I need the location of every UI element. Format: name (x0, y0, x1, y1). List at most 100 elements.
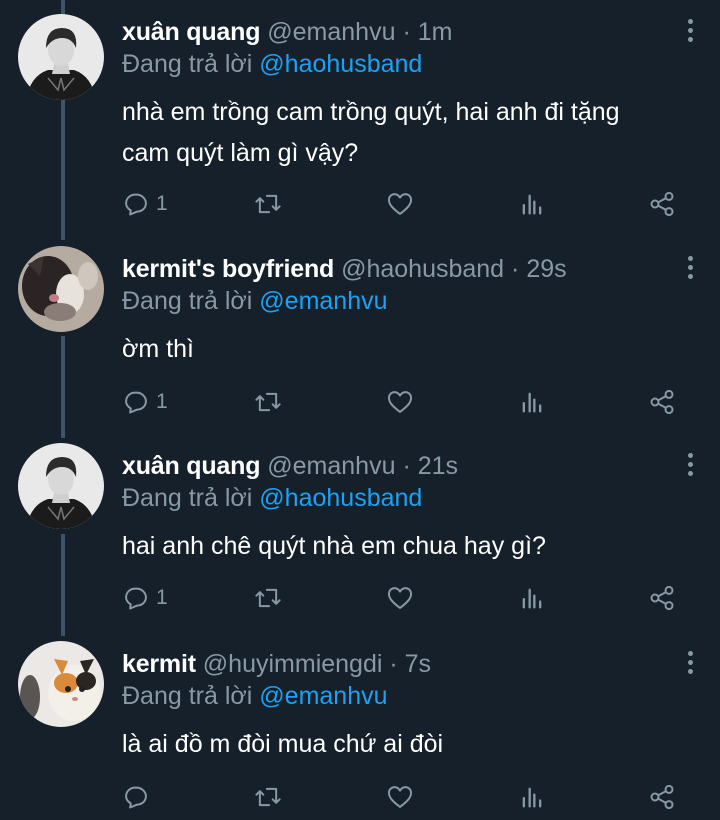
reply-icon (125, 587, 147, 610)
retweet-button[interactable] (254, 582, 282, 614)
reply-icon (125, 786, 147, 809)
avatar[interactable] (18, 246, 104, 332)
user-handle[interactable]: @haohusband (341, 255, 504, 283)
person-portrait-image (18, 14, 104, 100)
reply-icon (125, 391, 147, 414)
more-options-icon[interactable] (686, 19, 694, 42)
like-button[interactable] (386, 582, 414, 614)
share-icon (650, 585, 674, 611)
retweet-icon (255, 787, 281, 807)
replying-to: Đang trả lời @haohusband (122, 482, 700, 514)
reply-button[interactable] (122, 781, 156, 813)
separator-dot: · (402, 452, 411, 480)
replying-to: Đang trả lời @haohusband (122, 48, 700, 80)
reply-button[interactable]: 1 (122, 582, 168, 614)
mention-link[interactable]: @haohusband (259, 50, 422, 78)
replying-to-label: Đang trả lời (122, 484, 253, 512)
reply-count: 1 (156, 390, 168, 413)
reply-button[interactable]: 1 (122, 386, 168, 418)
avatar[interactable] (18, 443, 104, 529)
blurry-cat-image (18, 246, 104, 332)
analytics-icon (522, 194, 542, 215)
more-options-icon[interactable] (686, 256, 694, 279)
like-icon (387, 391, 413, 413)
tweet[interactable]: kermit @huyimmiengdi · 7s Đang trả lời @… (0, 631, 720, 820)
analytics-icon (522, 588, 542, 609)
display-name[interactable]: kermit's boyfriend (122, 255, 334, 283)
like-icon (387, 193, 413, 215)
timestamp[interactable]: 29s (526, 255, 566, 283)
share-button[interactable] (648, 386, 676, 418)
tweet-header: kermit @huyimmiengdi · 7s (122, 648, 700, 680)
share-button[interactable] (648, 781, 676, 813)
retweet-icon (255, 194, 281, 214)
tweet-text-line: ờm thì (122, 335, 194, 363)
action-bar: 1 (122, 188, 682, 220)
replying-to-label: Đang trả lời (122, 287, 253, 315)
share-button[interactable] (648, 188, 676, 220)
more-options-icon[interactable] (686, 453, 694, 476)
like-button[interactable] (386, 188, 414, 220)
like-button[interactable] (386, 386, 414, 418)
tweet[interactable]: kermit's boyfriend @haohusband · 29s Đan… (0, 235, 720, 433)
display-name[interactable]: xuân quang (122, 18, 260, 46)
timestamp[interactable]: 21s (418, 452, 458, 480)
tweet[interactable]: xuân quang @emanhvu · 1m Đang trả lời @h… (0, 0, 720, 235)
share-button[interactable] (648, 582, 676, 614)
tweet-text-line: là ai đồ m đòi mua chứ ai đòi (122, 730, 444, 758)
user-handle[interactable]: @huyimmiengdi (203, 650, 383, 678)
mention-link[interactable]: @emanhvu (259, 682, 387, 710)
analytics-icon (522, 392, 542, 413)
analytics-icon (522, 787, 542, 808)
user-handle[interactable]: @emanhvu (267, 452, 395, 480)
display-name[interactable]: kermit (122, 650, 196, 678)
retweet-button[interactable] (254, 188, 282, 220)
tweet[interactable]: xuân quang @emanhvu · 21s Đang trả lời @… (0, 433, 720, 631)
share-icon (650, 191, 674, 217)
calico-cat-image (18, 641, 104, 727)
tweet-text-line: nhà em trồng cam trồng quýt, hai anh đi … (122, 98, 620, 126)
tweet-header: xuân quang @emanhvu · 21s (122, 450, 700, 482)
separator-dot: · (511, 255, 520, 283)
tweet-text: nhà em trồng cam trồng quýt, hai anh đi … (122, 92, 700, 174)
action-bar: 1 (122, 386, 682, 418)
replying-to: Đang trả lời @emanhvu (122, 285, 700, 317)
like-icon (387, 786, 413, 808)
replying-to-label: Đang trả lời (122, 50, 253, 78)
retweet-button[interactable] (254, 386, 282, 418)
like-button[interactable] (386, 781, 414, 813)
tweet-text: ờm thì (122, 329, 700, 370)
retweet-button[interactable] (254, 781, 282, 813)
timestamp[interactable]: 7s (405, 650, 431, 678)
tweet-header: kermit's boyfriend @haohusband · 29s (122, 253, 700, 285)
separator-dot: · (389, 650, 398, 678)
share-icon (650, 389, 674, 415)
reply-icon (125, 193, 147, 216)
action-bar (122, 781, 682, 813)
reply-button[interactable]: 1 (122, 188, 168, 220)
analytics-button[interactable] (518, 781, 546, 813)
person-portrait-image (18, 443, 104, 529)
replying-to-label: Đang trả lời (122, 682, 253, 710)
avatar[interactable] (18, 641, 104, 727)
separator-dot: · (402, 18, 411, 46)
replying-to: Đang trả lời @emanhvu (122, 680, 700, 712)
tweet-text: hai anh chê quýt nhà em chua hay gì? (122, 526, 700, 567)
analytics-button[interactable] (518, 386, 546, 418)
avatar[interactable] (18, 14, 104, 100)
analytics-button[interactable] (518, 188, 546, 220)
retweet-icon (255, 588, 281, 608)
tweet-text-line: hai anh chê quýt nhà em chua hay gì? (122, 532, 546, 560)
mention-link[interactable]: @haohusband (259, 484, 422, 512)
retweet-icon (255, 392, 281, 412)
more-options-icon[interactable] (686, 651, 694, 674)
tweet-header: xuân quang @emanhvu · 1m (122, 16, 700, 48)
tweet-text: là ai đồ m đòi mua chứ ai đòi (122, 724, 700, 765)
user-handle[interactable]: @emanhvu (267, 18, 395, 46)
timestamp[interactable]: 1m (418, 18, 453, 46)
action-bar: 1 (122, 582, 682, 614)
like-icon (387, 587, 413, 609)
mention-link[interactable]: @emanhvu (259, 287, 387, 315)
display-name[interactable]: xuân quang (122, 452, 260, 480)
analytics-button[interactable] (518, 582, 546, 614)
